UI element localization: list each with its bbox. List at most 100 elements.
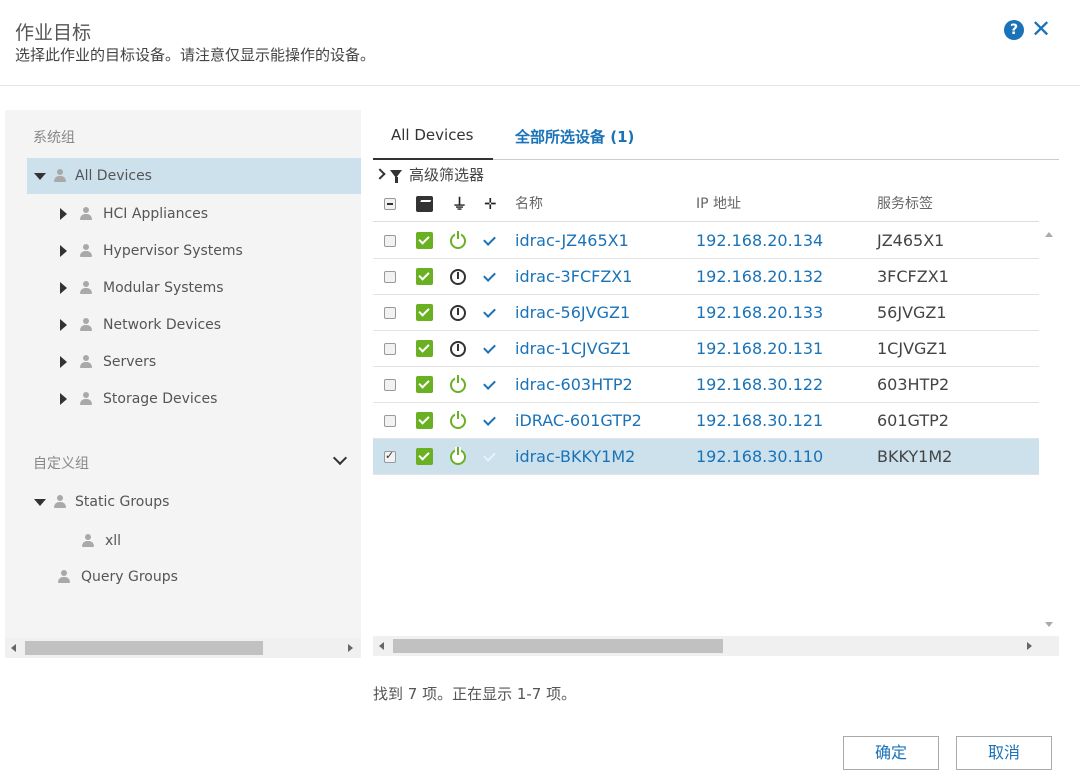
service-tag: 601GTP2 xyxy=(877,411,949,430)
device-ip-link[interactable]: 192.168.30.110 xyxy=(696,439,823,475)
caret-down-icon[interactable] xyxy=(34,498,46,506)
scroll-up-arrow-icon[interactable] xyxy=(1045,232,1053,237)
caret-right-icon[interactable] xyxy=(60,208,67,220)
tree-item-all-devices[interactable]: All Devices xyxy=(27,158,361,194)
power-plug-icon[interactable]: ⏚ xyxy=(452,195,467,213)
scroll-left-arrow-icon[interactable] xyxy=(379,642,384,650)
table-row[interactable]: idrac-56JVGZ1 192.168.20.133 56JVGZ1 xyxy=(373,295,1039,331)
tree-item-network-devices[interactable]: Network Devices xyxy=(60,307,221,343)
table-row-selected[interactable]: idrac-BKKY1M2 192.168.30.110 BKKY1M2 xyxy=(373,439,1039,475)
tree-item-hci-appliances[interactable]: HCI Appliances xyxy=(60,196,208,232)
column-header-service-tag[interactable]: 服务标签 xyxy=(877,186,933,222)
health-ok-icon xyxy=(416,412,433,429)
results-count-text: 找到 7 项。正在显示 1-7 项。 xyxy=(373,685,577,703)
row-checkbox[interactable] xyxy=(384,449,396,463)
caret-right-icon[interactable] xyxy=(60,393,67,405)
device-name-link[interactable]: idrac-3FCFZX1 xyxy=(515,259,632,295)
tree-item-label: Servers xyxy=(103,354,157,370)
row-checkbox[interactable] xyxy=(384,343,396,355)
device-ip-link[interactable]: 192.168.20.132 xyxy=(696,259,823,295)
tab-all-devices[interactable]: All Devices xyxy=(391,126,473,144)
power-off-icon xyxy=(450,341,466,357)
connected-check-icon xyxy=(483,341,496,354)
table-header: ⏚ ✛ 名称 IP 地址 服务标签 xyxy=(373,186,1039,222)
group-tree-panel: 系统组 All Devices HCI Appliances Hyperviso… xyxy=(5,110,361,658)
row-checkbox[interactable] xyxy=(384,235,396,247)
tree-item-storage-devices[interactable]: Storage Devices xyxy=(60,381,217,417)
tree-item-hypervisor-systems[interactable]: Hypervisor Systems xyxy=(60,233,243,269)
select-all-checkbox[interactable] xyxy=(384,198,396,210)
connected-check-icon xyxy=(483,269,496,282)
scrollbar-thumb[interactable] xyxy=(393,639,723,653)
filter-icon xyxy=(390,170,402,183)
connection-icon[interactable]: ✛ xyxy=(484,195,497,213)
tab-selected-devices[interactable]: 全部所选设备 (1) xyxy=(515,126,634,147)
health-ok-icon xyxy=(416,448,433,465)
left-horizontal-scrollbar[interactable] xyxy=(5,638,361,658)
device-ip-link[interactable]: 192.168.20.133 xyxy=(696,295,823,331)
device-name-link[interactable]: idrac-JZ465X1 xyxy=(515,223,629,259)
scrollbar-thumb[interactable] xyxy=(25,641,263,655)
tree-item-modular-systems[interactable]: Modular Systems xyxy=(60,270,224,306)
caret-right-icon[interactable] xyxy=(60,245,67,257)
row-checkbox[interactable] xyxy=(384,415,396,427)
service-tag: 3FCFZX1 xyxy=(877,267,949,286)
device-name-link[interactable]: idrac-603HTP2 xyxy=(515,367,633,403)
device-ip-link[interactable]: 192.168.30.121 xyxy=(696,403,823,439)
scroll-right-arrow-icon[interactable] xyxy=(348,644,353,652)
device-name-link[interactable]: idrac-56JVGZ1 xyxy=(515,295,630,331)
chevron-down-icon[interactable] xyxy=(332,450,348,466)
tree-item-query-groups[interactable]: Query Groups xyxy=(57,559,178,595)
custom-groups-label: 自定义组 xyxy=(33,456,89,472)
device-ip-link[interactable]: 192.168.20.134 xyxy=(696,223,823,259)
close-icon[interactable]: ✕ xyxy=(1031,16,1051,42)
advanced-filter-label: 高级筛选器 xyxy=(409,165,485,184)
table-horizontal-scrollbar[interactable] xyxy=(373,636,1059,656)
device-name-link[interactable]: iDRAC-601GTP2 xyxy=(515,403,642,439)
health-status-icon[interactable] xyxy=(416,196,433,212)
health-ok-icon xyxy=(416,232,433,249)
connected-check-icon xyxy=(483,233,496,246)
table-row[interactable]: idrac-603HTP2 192.168.30.122 603HTP2 xyxy=(373,367,1039,403)
tree-item-static-groups[interactable]: Static Groups xyxy=(34,484,169,520)
column-header-ip[interactable]: IP 地址 xyxy=(696,186,741,222)
caret-right-icon[interactable] xyxy=(60,282,67,294)
group-icon xyxy=(79,207,93,221)
health-ok-icon xyxy=(416,268,433,285)
scroll-right-arrow-icon[interactable] xyxy=(1027,642,1032,650)
row-checkbox[interactable] xyxy=(384,379,396,391)
row-checkbox[interactable] xyxy=(384,307,396,319)
help-icon[interactable]: ? xyxy=(1004,20,1024,40)
group-icon xyxy=(57,570,71,584)
caret-right-icon[interactable] xyxy=(60,356,67,368)
device-name-link[interactable]: idrac-BKKY1M2 xyxy=(515,439,635,475)
tree-item-xll[interactable]: xll xyxy=(81,523,121,559)
device-ip-link[interactable]: 192.168.20.131 xyxy=(696,331,823,367)
table-row[interactable]: iDRAC-601GTP2 192.168.30.121 601GTP2 xyxy=(373,403,1039,439)
table-row[interactable]: idrac-1CJVGZ1 192.168.20.131 1CJVGZ1 xyxy=(373,331,1039,367)
tree-item-label: Storage Devices xyxy=(103,391,218,407)
power-off-icon xyxy=(450,269,466,285)
dialog-subtitle: 选择此作业的目标设备。请注意仅显示能操作的设备。 xyxy=(15,46,376,64)
device-ip-link[interactable]: 192.168.30.122 xyxy=(696,367,823,403)
table-row[interactable]: idrac-3FCFZX1 192.168.20.132 3FCFZX1 xyxy=(373,259,1039,295)
tree-item-label: Hypervisor Systems xyxy=(103,243,243,259)
service-tag: JZ465X1 xyxy=(877,231,945,250)
column-header-name[interactable]: 名称 xyxy=(515,186,543,222)
ok-button[interactable]: 确定 xyxy=(843,736,939,770)
tree-item-label: HCI Appliances xyxy=(103,206,209,222)
cancel-button[interactable]: 取消 xyxy=(956,736,1052,770)
scroll-down-arrow-icon[interactable] xyxy=(1045,622,1053,627)
tree-item-servers[interactable]: Servers xyxy=(60,344,156,380)
device-name-link[interactable]: idrac-1CJVGZ1 xyxy=(515,331,631,367)
table-vertical-scrollbar[interactable] xyxy=(1039,222,1059,636)
advanced-filter-toggle[interactable]: 高级筛选器 xyxy=(374,164,485,184)
tree-item-label: Static Groups xyxy=(75,494,170,510)
dialog-title: 作业目标 xyxy=(15,22,92,44)
table-row[interactable]: idrac-JZ465X1 192.168.20.134 JZ465X1 xyxy=(373,223,1039,259)
power-on-icon xyxy=(450,411,466,429)
row-checkbox[interactable] xyxy=(384,271,396,283)
caret-down-icon[interactable] xyxy=(34,172,46,180)
caret-right-icon[interactable] xyxy=(60,319,67,331)
scroll-left-arrow-icon[interactable] xyxy=(11,644,16,652)
